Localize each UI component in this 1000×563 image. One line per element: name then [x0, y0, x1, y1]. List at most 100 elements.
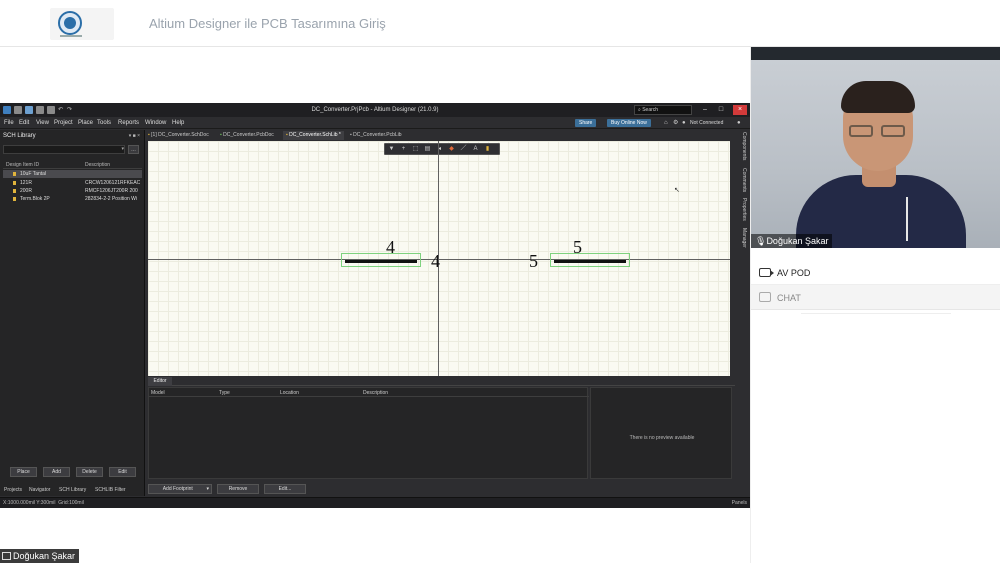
align-icon[interactable]: ▤ — [424, 146, 431, 153]
menu-tools[interactable]: Tools — [97, 120, 111, 126]
library-item[interactable]: Term.Blok 2P 282834-2-2 Position Wi — [3, 195, 142, 203]
panels-button[interactable]: Panels — [732, 500, 747, 506]
column-description[interactable]: Description — [363, 390, 388, 396]
column-description[interactable]: Description — [85, 162, 110, 168]
tab-sch-library[interactable]: SCH Library — [59, 487, 86, 493]
screen: Altium Designer ile PCB Tasarımına Giriş… — [0, 0, 1000, 563]
webcam-video: 🎙Doğukan Şakar — [751, 47, 1000, 248]
column-type[interactable]: Type — [219, 390, 230, 396]
part-icon[interactable]: ▮ — [484, 146, 491, 153]
library-item[interactable]: 200R RMCF1206JT200R 200 — [3, 187, 142, 195]
home-icon[interactable]: ⌂ — [664, 120, 670, 126]
tab-manager[interactable]: Manager — [738, 228, 747, 248]
menu-view[interactable]: View — [36, 120, 49, 126]
av-pod-label: AV POD — [777, 268, 811, 278]
maximize-button[interactable]: □ — [714, 105, 728, 115]
item-id: 200R — [20, 188, 32, 194]
share-button[interactable]: Share — [575, 119, 597, 127]
tab-pcblib[interactable]: ▪ DC_Converter.PcbLib — [350, 131, 402, 140]
edit-button[interactable]: Edit — [109, 467, 136, 477]
item-id: 10uF Tantal — [20, 171, 47, 177]
component-icon — [13, 197, 16, 201]
shape-icon[interactable]: ◆ — [448, 146, 455, 153]
close-button[interactable]: × — [733, 105, 747, 115]
account-icon[interactable]: ● — [737, 120, 743, 126]
column-location[interactable]: Location — [280, 390, 299, 396]
pin-5-line[interactable] — [554, 260, 626, 263]
tab-schlib-filter[interactable]: SCHLIB Filter — [95, 487, 126, 493]
filter-icon[interactable]: ▼ — [388, 146, 395, 153]
column-design-item-id[interactable]: Design Item ID — [6, 162, 39, 168]
item-desc: RMCF1206JT200R 200 — [85, 188, 138, 194]
course-title: Altium Designer ile PCB Tasarımına Giriş — [149, 16, 386, 31]
add-footprint-button[interactable]: Add Footprint ▾ — [148, 484, 212, 494]
editor-tabbar — [148, 377, 735, 386]
delete-button[interactable]: Delete — [76, 467, 103, 477]
add-button[interactable]: Add — [43, 467, 70, 477]
menu-edit[interactable]: Edit — [19, 120, 29, 126]
tab-projects[interactable]: Projects — [4, 487, 22, 493]
chevron-down-icon[interactable]: ▾ — [206, 485, 211, 493]
tab-properties[interactable]: Properties — [738, 198, 747, 221]
pin-4-designator: 4 — [386, 237, 395, 257]
pcbdoc-icon: ▪ — [220, 132, 222, 138]
panel-controls-icon[interactable]: ▾ ■ × — [129, 133, 140, 139]
remove-button[interactable]: Remove — [217, 484, 259, 494]
tab-schdoc[interactable]: ▪ [1] DC_Converter.SchDoc — [148, 131, 209, 140]
minimize-button[interactable]: – — [698, 105, 712, 115]
schematic-canvas[interactable]: ▼ + ⬚ ▤ ◂ ◆ ／ A ▮ 4 4 5 5 ↖ — [148, 141, 730, 376]
place-button[interactable]: Place — [10, 467, 37, 477]
earphone-cable — [906, 197, 908, 241]
text-icon[interactable]: A — [472, 146, 479, 153]
buy-online-button[interactable]: Buy Online Now — [607, 119, 651, 127]
altium-window: ↶ ↷ DC_Converter.PrjPcb - Altium Designe… — [0, 103, 750, 508]
tab-pcbdoc[interactable]: ▪ DC_Converter.PcbDoc — [220, 131, 274, 140]
camera-icon — [759, 268, 774, 277]
schlib-icon: ▪ — [286, 132, 288, 138]
model-preview: There is no preview available — [590, 387, 732, 479]
notifications-icon[interactable]: ● — [682, 120, 688, 126]
item-id: 121R — [20, 180, 32, 186]
menu-help[interactable]: Help — [172, 120, 184, 126]
search-input[interactable]: ⌕ Search — [634, 105, 692, 115]
av-pod-header[interactable]: AV POD — [751, 261, 1000, 285]
tab-schlib[interactable]: ▪ DC_Converter.SchLib * — [283, 131, 344, 140]
menu-project[interactable]: Project — [54, 120, 73, 126]
edit-model-button[interactable]: Edit... — [264, 484, 306, 494]
cursor-coordinates: X:1000.000mil Y:300mil Grid:100mil — [3, 500, 84, 506]
pin-4-line[interactable] — [345, 260, 417, 263]
menu-bar: File Edit View Project Place Tools Repor… — [0, 117, 750, 129]
move-icon[interactable]: + — [400, 146, 407, 153]
column-model[interactable]: Model — [151, 390, 165, 396]
screen-share-icon — [2, 552, 11, 560]
library-list-header: Design Item ID Description — [3, 161, 142, 169]
library-item[interactable]: 10uF Tantal — [3, 170, 142, 178]
menu-file[interactable]: File — [4, 120, 14, 126]
tab-comments[interactable]: Comments — [738, 168, 747, 192]
sch-library-panel: SCH Library ▾ ■ × ▾ … Design Item ID Des… — [0, 130, 145, 496]
settings-icon[interactable]: ⚙ — [673, 120, 679, 126]
connection-status[interactable]: Not Connected — [690, 120, 723, 126]
glasses — [849, 125, 907, 137]
menu-window[interactable]: Window — [145, 120, 166, 126]
menu-place[interactable]: Place — [78, 120, 93, 126]
course-header: Altium Designer ile PCB Tasarımına Giriş — [0, 0, 1000, 47]
select-icon[interactable]: ⬚ — [412, 146, 419, 153]
title-bar: ↶ ↷ DC_Converter.PrjPcb - Altium Designe… — [0, 103, 750, 117]
filter-options-button[interactable]: … — [128, 145, 139, 154]
line-icon[interactable]: ／ — [460, 146, 467, 153]
panel-tab-bar: Projects Navigator SCH Library SCHLIB Fi… — [0, 485, 145, 496]
search-placeholder: Search — [642, 107, 659, 113]
menu-reports[interactable]: Reports — [118, 120, 139, 126]
chevron-down-icon[interactable]: ▾ — [121, 146, 124, 152]
chat-label: CHAT — [777, 293, 801, 303]
tab-components[interactable]: Components — [738, 132, 747, 160]
tab-editor[interactable]: Editor — [148, 377, 172, 386]
chat-header[interactable]: CHAT — [751, 285, 1000, 310]
grid-size: Grid:100mil — [58, 500, 84, 506]
library-item[interactable]: 121R CRCW1206121RFKEAC — [3, 179, 142, 187]
presenter-tag: Doğukan Şakar — [0, 549, 80, 563]
model-table-header: Model Type Location Description — [149, 388, 589, 397]
library-filter-input[interactable]: ▾ — [3, 145, 125, 154]
tab-navigator[interactable]: Navigator — [29, 487, 50, 493]
